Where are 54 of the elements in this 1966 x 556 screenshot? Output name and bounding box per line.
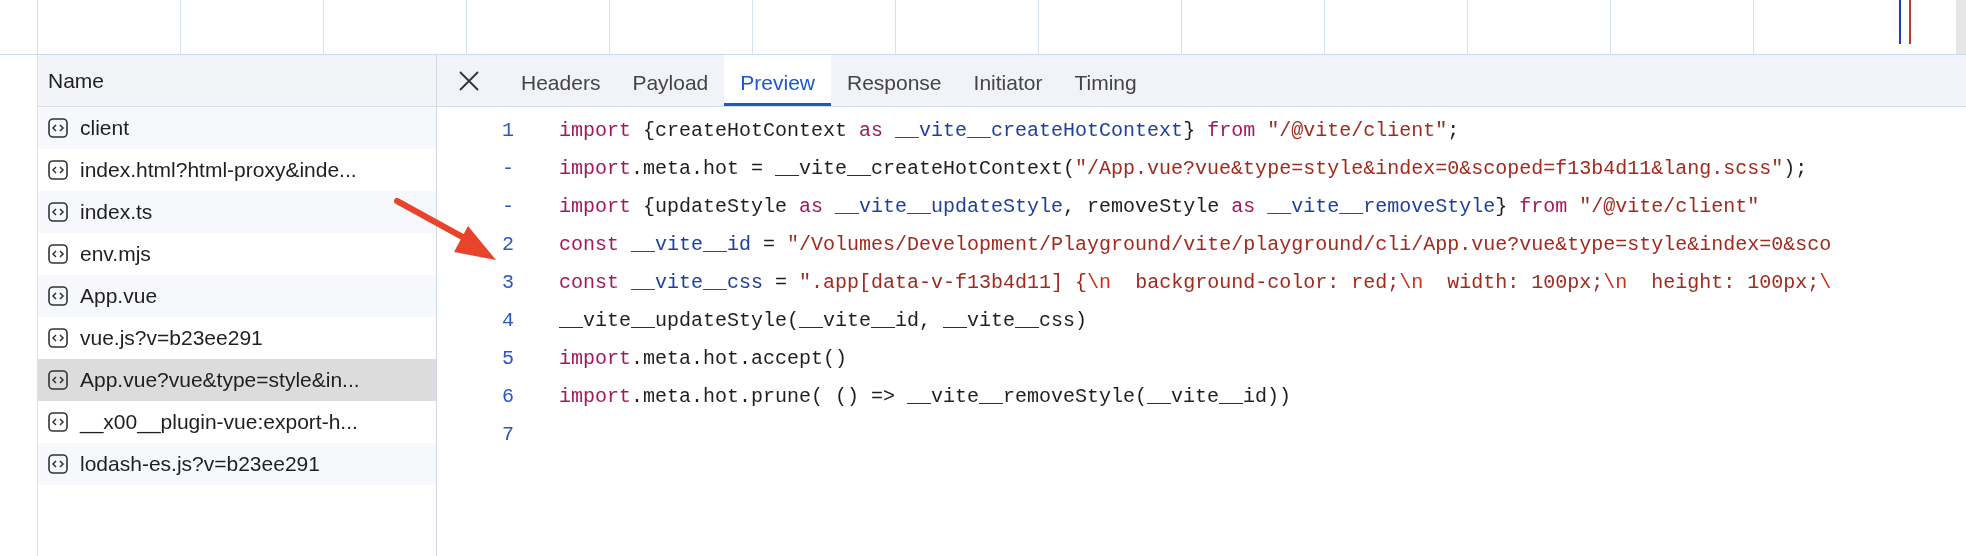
script-file-icon [48, 370, 68, 390]
close-icon[interactable] [457, 68, 481, 93]
request-row[interactable]: lodash-es.js?v=b23ee291 [38, 443, 436, 485]
request-name: index.html?html-proxy&inde... [80, 158, 357, 182]
request-name: env.mjs [80, 242, 151, 266]
line-number: - [501, 194, 514, 218]
script-file-icon [48, 454, 68, 474]
line-number: 1 [501, 118, 514, 142]
request-row[interactable]: index.ts [38, 191, 436, 233]
tab[interactable]: Timing [1058, 55, 1153, 106]
script-file-icon [48, 160, 68, 180]
code-line: const __vite__css = ".app[data-v-f13b4d11] {\n background-color: red;\n width: 100px;\n height: 100px;\ [559, 270, 1832, 294]
request-row[interactable]: index.html?html-proxy&inde... [38, 149, 436, 191]
request-name: __x00__plugin-vue:export-h... [80, 410, 358, 434]
tab[interactable]: Initiator [957, 55, 1059, 106]
script-file-icon [48, 412, 68, 432]
column-header[interactable]: Name [38, 55, 436, 107]
tab[interactable]: Headers [505, 55, 617, 106]
timeline-markers-drawing [1898, 0, 1912, 44]
request-name: vue.js?v=b23ee291 [80, 326, 263, 350]
line-number: 3 [501, 270, 514, 294]
code-line: import.meta.hot = __vite__createHotContext("/App.vue?vue&type=style&index=0&scoped=f13b4d11&lang.scss"); [559, 156, 1808, 180]
script-file-icon [48, 286, 68, 306]
script-file-icon [48, 202, 68, 222]
request-name: client [80, 116, 130, 140]
request-row[interactable]: App.vue [38, 275, 436, 317]
request-row[interactable]: client [38, 107, 436, 149]
tab[interactable]: Response [831, 55, 958, 106]
script-file-icon [48, 328, 68, 348]
request-name: App.vue [80, 284, 158, 308]
code-line: import {updateStyle as __vite__updateStyle, removeStyle as __vite__removeStyle} from "/@vite/client" [559, 194, 1760, 218]
line-number: 4 [501, 308, 514, 332]
line-number: 5 [501, 346, 514, 370]
request-name: App.vue?vue&type=style&in... [80, 368, 360, 392]
line-number: 7 [501, 422, 514, 446]
tab[interactable]: Preview [724, 55, 831, 106]
code-line: __vite__updateStyle(__vite__id, __vite__css) [559, 308, 1088, 332]
line-number: 2 [501, 232, 514, 256]
line-number: 6 [501, 384, 514, 408]
script-file-icon [48, 118, 68, 138]
request-row[interactable]: __x00__plugin-vue:export-h... [38, 401, 436, 443]
request-name: index.ts [80, 200, 153, 224]
script-file-icon [48, 244, 68, 264]
request-row[interactable]: App.vue?vue&type=style&in... [38, 359, 436, 401]
request-row[interactable]: env.mjs [38, 233, 436, 275]
scrollbar[interactable] [1956, 0, 1966, 54]
code-line: import.meta.hot.prune( () => __vite__removeStyle(__vite__id)) [559, 384, 1292, 408]
code-line: const __vite__id = "/Volumes/Development/Playground/vite/playground/cli/App.vue?vue&type=style&index=0&sco [559, 232, 1832, 256]
request-name: lodash-es.js?v=b23ee291 [80, 452, 320, 476]
tab[interactable]: Payload [616, 55, 725, 106]
code-line: import.meta.hot.accept() [559, 346, 848, 370]
code-line: import {createHotContext as __vite__createHotContext} from "/@vite/client"; [559, 118, 1460, 142]
request-row[interactable]: vue.js?v=b23ee291 [38, 317, 436, 359]
line-number: - [501, 156, 514, 180]
